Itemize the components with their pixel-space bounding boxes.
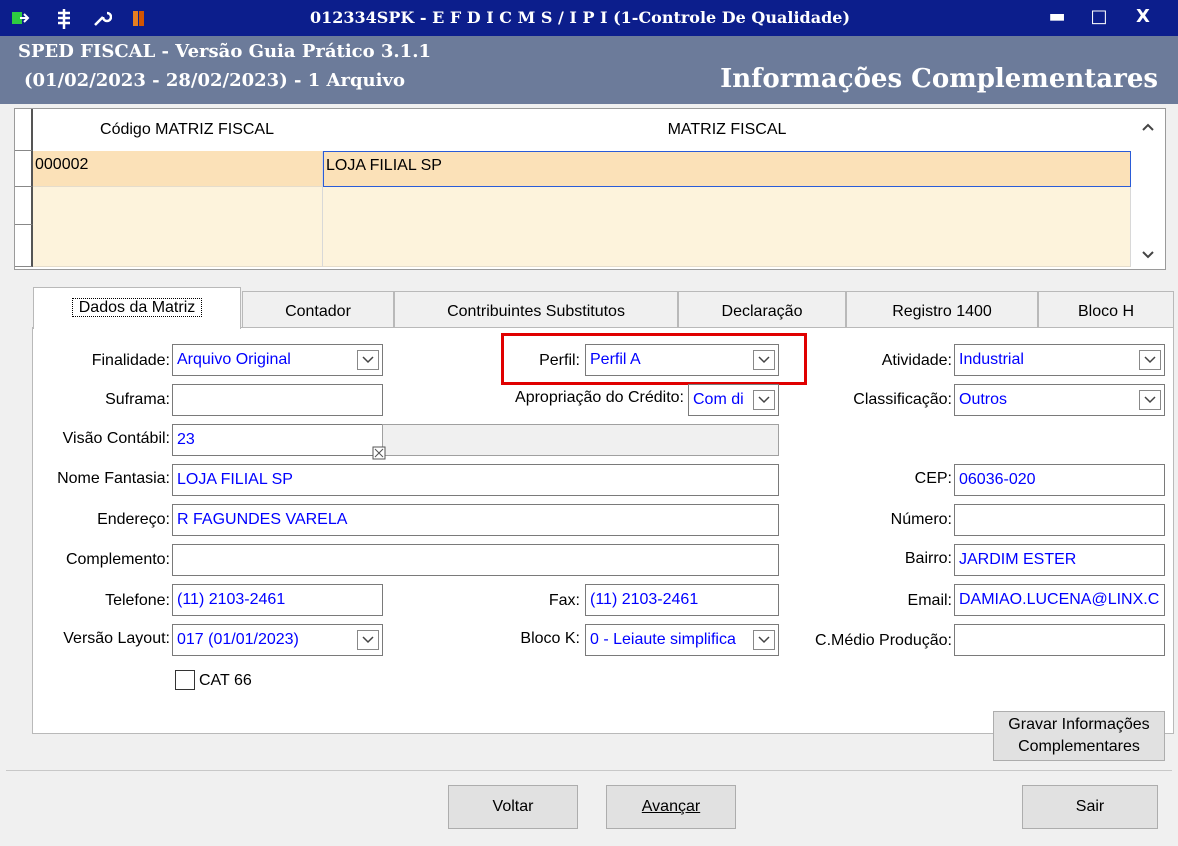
chevron-down-icon[interactable] [1139,390,1161,410]
telefone-input[interactable]: (11) 2103-2461 [172,584,383,616]
visao-contabil-description [382,424,779,456]
table-cell-empty[interactable] [33,187,323,267]
tab-registro-1400[interactable]: Registro 1400 [846,291,1038,327]
export-icon[interactable] [10,8,30,28]
scroll-down-icon[interactable] [1141,247,1155,265]
tab-dados-matriz[interactable]: Dados da Matriz [33,287,241,329]
perfil-highlight-box [501,333,807,385]
lookup-icon[interactable] [372,446,386,465]
chevron-down-icon[interactable] [753,630,775,650]
visao-contabil-label: Visão Contábil: [62,430,170,447]
separator [6,770,1172,771]
tab-declaracao[interactable]: Declaração [678,291,846,327]
wrench-icon[interactable] [92,8,113,28]
finalidade-select[interactable]: Arquivo Original [172,344,383,376]
tab-contribuintes-substitutos[interactable]: Contribuintes Substitutos [394,291,678,327]
period-label: (01/02/2023 - 28/02/2023) - 1 Arquivo [24,70,405,91]
gravar-line2: Complementares [1018,738,1140,755]
suframa-label: Suframa: [105,391,170,408]
cat66-checkbox[interactable] [175,670,195,690]
bloco-k-label: Bloco K: [520,630,580,647]
page-title: Informações Complementares [720,64,1158,94]
endereco-label: Endereço: [97,511,170,528]
bloco-k-select[interactable]: 0 - Leiaute simplifica [585,624,779,656]
version-label: SPED FISCAL - Versão Guia Prático 3.1.1 [18,41,431,62]
email-label: Email: [907,592,952,609]
row-header[interactable] [15,151,33,187]
visao-contabil-input[interactable]: 23 [172,424,383,456]
row-header[interactable] [15,187,33,225]
chevron-down-icon[interactable] [753,390,775,410]
nome-fantasia-label: Nome Fantasia: [57,470,170,487]
bairro-input[interactable]: JARDIM ESTER [954,544,1165,576]
numero-label: Número: [890,511,952,528]
window-title-bar: 012334SPK - E F D I C M S / I P I (1-Con… [0,0,1178,36]
matriz-grid[interactable]: Código MATRIZ FISCAL MATRIZ FISCAL 00000… [14,108,1166,270]
chevron-down-icon[interactable] [357,630,379,650]
minimize-button[interactable]: ▬ [1040,4,1074,30]
finalidade-label: Finalidade: [91,352,170,369]
numero-input[interactable] [954,504,1165,536]
cep-label: CEP: [914,470,952,487]
atividade-label: Atividade: [881,352,952,369]
classificacao-label: Classificação: [853,391,952,408]
table-cell-codigo[interactable]: 000002 [33,151,323,187]
scroll-up-icon[interactable] [1141,119,1155,137]
avancar-button[interactable]: Avançar [606,785,736,829]
classificacao-select[interactable]: Outros [954,384,1165,416]
cmedio-label: C.Médio Produção: [815,632,952,649]
app-header: SPED FISCAL - Versão Guia Prático 3.1.1 … [0,36,1178,104]
complemento-label: Complemento: [65,551,170,568]
row-header[interactable] [15,225,33,267]
gravar-line1: Gravar Informações [1008,716,1150,733]
endereco-input[interactable]: R FAGUNDES VARELA [172,504,779,536]
cep-input[interactable]: 06036-020 [954,464,1165,496]
apropriacao-select[interactable]: Com di [688,384,779,416]
cmedio-input[interactable] [954,624,1165,656]
table-cell-empty[interactable] [323,187,1131,267]
nome-fantasia-input[interactable]: LOJA FILIAL SP [172,464,779,496]
sair-button[interactable]: Sair [1022,785,1158,829]
suframa-input[interactable] [172,384,383,416]
window-title: 012334SPK - E F D I C M S / I P I (1-Con… [310,8,851,27]
table-cell-matriz[interactable]: LOJA FILIAL SP [323,151,1131,187]
chevron-down-icon[interactable] [1139,350,1161,370]
fax-label: Fax: [548,592,580,609]
voltar-button[interactable]: Voltar [448,785,578,829]
grid-corner [15,109,33,151]
atividade-select[interactable]: Industrial [954,344,1165,376]
close-button[interactable]: X [1126,4,1160,30]
grid-scrollbar[interactable] [1131,109,1165,269]
gravar-informacoes-button[interactable]: Gravar Informações Complementares [993,711,1165,761]
versao-layout-select[interactable]: 017 (01/01/2023) [172,624,383,656]
telefone-label: Telefone: [105,592,170,609]
email-input[interactable]: DAMIAO.LUCENA@LINX.C [954,584,1165,616]
tab-bloco-h[interactable]: Bloco H [1038,291,1174,327]
apropriacao-label: Apropriação do Crédito: [515,389,684,406]
versao-layout-label: Versão Layout: [63,630,170,647]
column-header-matriz[interactable]: MATRIZ FISCAL [323,109,1132,151]
bairro-label: Bairro: [904,550,952,567]
maximize-button[interactable]: □ [1082,4,1116,30]
books-icon[interactable] [130,8,150,28]
complemento-input[interactable] [172,544,779,576]
cat66-label: CAT 66 [199,672,252,689]
tab-contador[interactable]: Contador [242,291,394,327]
tree-icon[interactable] [54,8,74,29]
fax-input[interactable]: (11) 2103-2461 [585,584,779,616]
chevron-down-icon[interactable] [357,350,379,370]
column-header-codigo[interactable]: Código MATRIZ FISCAL [33,109,342,151]
